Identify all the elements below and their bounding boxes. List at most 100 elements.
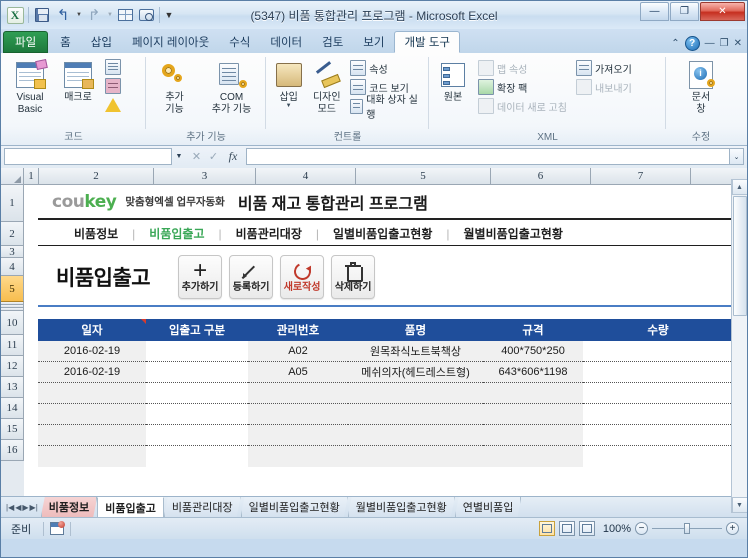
expand-formula-bar-icon[interactable]: ⌄ — [729, 148, 744, 165]
normal-view-button[interactable] — [539, 521, 555, 536]
expansion-packs-button[interactable]: 확장 팩 — [476, 78, 569, 96]
xml-source-button[interactable]: 원본 — [435, 56, 471, 103]
table-row[interactable]: 2016-02-19 A02 원목좌식노트북책상 400*750*250 — [38, 341, 733, 362]
record-macro-icon[interactable] — [50, 521, 66, 535]
cell-spec[interactable] — [483, 383, 583, 404]
table-header-date[interactable]: 일자 — [38, 319, 146, 341]
column-header-2[interactable]: 2 — [39, 168, 154, 185]
cell-spec[interactable] — [483, 404, 583, 425]
last-sheet-icon[interactable]: ▶| — [30, 503, 38, 512]
ribbon-tab-data[interactable]: 데이터 — [260, 31, 312, 53]
table-header-spec[interactable]: 규격 — [483, 319, 583, 341]
zoom-slider[interactable] — [652, 523, 722, 534]
column-header-7[interactable]: 7 — [591, 168, 691, 185]
column-header-3[interactable]: 3 — [154, 168, 256, 185]
row-header-5[interactable]: 5 — [1, 276, 24, 302]
collapse-ribbon-icon[interactable]: ⌃ — [671, 38, 679, 49]
excel-app-icon[interactable]: X — [5, 5, 25, 25]
name-box-dropdown-icon[interactable]: ▼ — [172, 147, 186, 167]
cell-item-name[interactable] — [348, 404, 483, 425]
redo-dropdown-icon[interactable]: ▼ — [105, 5, 114, 25]
maximize-button[interactable]: ❐ — [670, 2, 699, 21]
prev-sheet-icon[interactable]: ◀ — [15, 503, 21, 512]
ribbon-tab-insert[interactable]: 삽입 — [81, 31, 122, 53]
table-row[interactable]: 2016-02-19 A05 메쉬의자(헤드레스트형) 643*606*1198 — [38, 362, 733, 383]
row-header-15[interactable]: 15 — [1, 419, 24, 440]
document-panel-button[interactable]: i 문서 창 — [679, 56, 723, 115]
cell-qty[interactable] — [583, 383, 733, 404]
cell-item-name[interactable] — [348, 425, 483, 446]
add-button[interactable]: + 추가하기 — [178, 255, 223, 299]
record-macro-button[interactable] — [103, 58, 123, 76]
zoom-out-button[interactable]: − — [635, 522, 648, 535]
ribbon-tab-review[interactable]: 검토 — [312, 31, 353, 53]
nav-item-bipum-inout[interactable]: 비품입출고 — [135, 225, 218, 242]
cell-spec[interactable]: 643*606*1198 — [483, 362, 583, 383]
cell-inout[interactable] — [146, 446, 248, 467]
row-header-11[interactable]: 11 — [1, 335, 24, 356]
row-header-2[interactable]: 2 — [1, 222, 24, 246]
import-button[interactable]: 가져오기 — [574, 59, 634, 77]
scroll-down-icon[interactable]: ▼ — [731, 497, 747, 513]
new-button[interactable]: 새로작성 — [280, 255, 325, 299]
cell-mgmt-no[interactable]: A05 — [248, 362, 348, 383]
cell-spec[interactable]: 400*750*250 — [483, 341, 583, 362]
ribbon-tab-formulas[interactable]: 수식 — [219, 31, 260, 53]
cell-qty[interactable] — [583, 425, 733, 446]
undo-dropdown-icon[interactable]: ▼ — [74, 5, 83, 25]
sheet-tab-yearly-status[interactable]: 연별비품입 — [455, 497, 522, 517]
insert-function-icon[interactable]: fx — [222, 148, 244, 165]
column-header-1[interactable]: 1 — [24, 168, 39, 185]
row-header-3[interactable]: 3 — [1, 246, 24, 258]
name-box[interactable] — [4, 148, 172, 165]
insert-control-button[interactable]: 삽입 ▼ — [272, 56, 305, 109]
zoom-slider-thumb[interactable] — [684, 523, 690, 534]
cell-date[interactable]: 2016-02-19 — [38, 362, 146, 383]
column-header-4[interactable]: 4 — [256, 168, 356, 185]
zoom-level[interactable]: 100% — [599, 523, 631, 535]
cell-inout[interactable] — [146, 362, 248, 383]
cell-mgmt-no[interactable] — [248, 404, 348, 425]
table-row[interactable] — [38, 425, 733, 446]
formula-input[interactable] — [246, 148, 729, 165]
cell-date[interactable] — [38, 383, 146, 404]
cell-date[interactable] — [38, 404, 146, 425]
qat-more-icon[interactable]: ▼ — [163, 5, 175, 25]
row-header-16[interactable]: 16 — [1, 440, 24, 461]
nav-item-bipum-info[interactable]: 비품정보 — [60, 225, 132, 242]
visual-basic-button[interactable]: Visual Basic — [7, 56, 53, 115]
ribbon-minimize-icon[interactable]: — — [705, 38, 715, 49]
row-header-14[interactable]: 14 — [1, 398, 24, 419]
cancel-formula-icon[interactable]: ✕ — [188, 148, 205, 165]
scroll-up-icon[interactable]: ▲ — [731, 179, 747, 195]
accept-formula-icon[interactable]: ✓ — [205, 148, 222, 165]
table-header-qty[interactable]: 수량 — [583, 319, 733, 341]
export-button[interactable]: 내보내기 — [574, 78, 634, 96]
cell-mgmt-no[interactable]: A02 — [248, 341, 348, 362]
scrollbar-thumb[interactable] — [732, 196, 747, 316]
redo-icon[interactable]: ↱ — [84, 5, 104, 25]
row-header-4[interactable]: 4 — [1, 258, 24, 276]
map-properties-button[interactable]: 맵 속성 — [476, 59, 569, 77]
next-sheet-icon[interactable]: ▶ — [22, 503, 28, 512]
ribbon-tab-developer[interactable]: 개발 도구 — [394, 31, 460, 53]
table-header-item-name[interactable]: 품명 — [348, 319, 483, 341]
sheet-tab-monthly-status[interactable]: 월별비품입출고현황 — [348, 497, 455, 517]
close-button[interactable]: ✕ — [700, 2, 745, 21]
run-dialog-button[interactable]: 대화 상자 실행 — [348, 95, 423, 121]
camera-icon[interactable] — [136, 5, 156, 25]
ribbon-restore-icon[interactable]: ❐ — [720, 38, 729, 49]
cell-mgmt-no[interactable] — [248, 425, 348, 446]
design-mode-button[interactable]: 디자인 모드 — [308, 56, 345, 115]
cell-date[interactable]: 2016-02-19 — [38, 341, 146, 362]
sheet-tab-bipum-inout[interactable]: 비품입출고 — [97, 497, 164, 517]
cell-mgmt-no[interactable] — [248, 383, 348, 404]
select-all-corner[interactable] — [1, 168, 24, 185]
cell-inout[interactable] — [146, 341, 248, 362]
table-row[interactable] — [38, 446, 733, 467]
ribbon-tab-view[interactable]: 보기 — [353, 31, 394, 53]
table-header-inout[interactable]: 입출고 구분 — [146, 319, 248, 341]
cell-spec[interactable] — [483, 446, 583, 467]
cell-item-name[interactable] — [348, 383, 483, 404]
grid-icon[interactable] — [115, 5, 135, 25]
